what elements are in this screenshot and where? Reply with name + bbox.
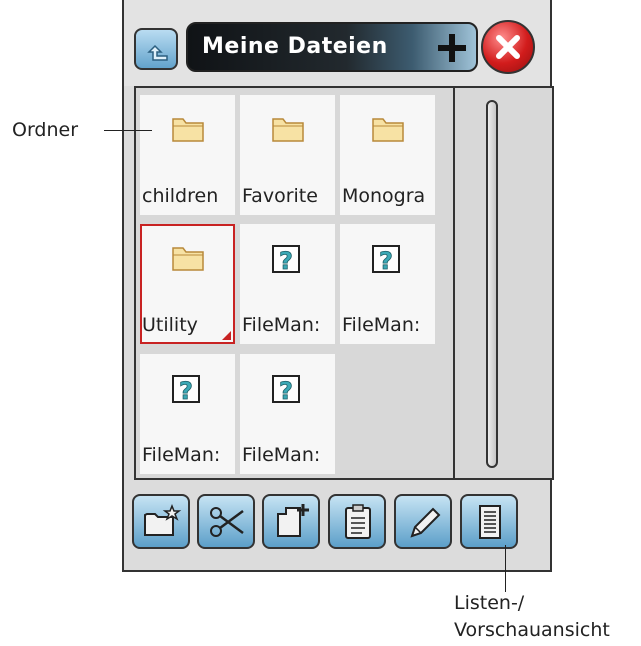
clipboard-icon	[345, 504, 371, 539]
callout-view-line	[505, 545, 506, 592]
file-item[interactable]: ? FileMan:	[140, 354, 235, 474]
list-view-icon	[479, 505, 501, 539]
unknown-file-icon: ?	[371, 244, 401, 278]
file-label: Monogra	[342, 185, 426, 207]
plus-icon[interactable]	[438, 34, 466, 62]
svg-text:?: ?	[379, 247, 393, 274]
folder-item[interactable]: Monogra	[340, 95, 435, 215]
new-folder-button[interactable]	[132, 494, 190, 549]
folder-up-icon	[147, 44, 168, 61]
folder-item[interactable]: Utility	[140, 224, 235, 344]
svg-text:?: ?	[279, 377, 293, 404]
callout-folder-label: Ordner	[12, 119, 79, 141]
title-bar: Meine Dateien	[186, 22, 478, 72]
file-label: children	[142, 185, 219, 207]
rename-button[interactable]	[394, 494, 452, 549]
folder-icon	[171, 115, 205, 147]
scrollbar-panel	[453, 86, 554, 480]
header-bar: Meine Dateien	[124, 0, 550, 86]
paste-button[interactable]	[328, 494, 386, 549]
page-title: Meine Dateien	[202, 34, 388, 59]
file-grid: children Favorite Monogra Utility? FileMan:?…	[134, 86, 454, 480]
folder-item[interactable]: children	[140, 95, 235, 215]
file-item[interactable]: ? FileMan:	[340, 224, 435, 344]
folder-icon	[271, 115, 305, 147]
new-file-icon	[277, 504, 309, 537]
cut-button[interactable]	[197, 494, 255, 549]
unknown-file-icon: ?	[171, 374, 201, 408]
selection-corner-icon	[222, 331, 231, 340]
file-manager-window: Meine Dateien children Favorite Monogra Uti…	[122, 0, 554, 572]
callout-view-label-line1: Listen-/	[454, 592, 525, 614]
callout-folder-line	[104, 130, 152, 131]
svg-text:?: ?	[179, 377, 193, 404]
unknown-file-icon: ?	[271, 374, 301, 408]
callout-view-label-line2: Vorschauansicht	[454, 619, 610, 641]
file-label: FileMan:	[242, 314, 321, 336]
folder-icon	[371, 115, 405, 147]
new-file-button[interactable]	[262, 494, 320, 549]
folder-item[interactable]: Favorite	[240, 95, 335, 215]
file-item[interactable]: ? FileMan:	[240, 224, 335, 344]
file-label: FileMan:	[242, 444, 321, 466]
file-label: Utility	[142, 314, 198, 336]
svg-text:?: ?	[279, 247, 293, 274]
scissors-icon	[210, 507, 244, 537]
scrollbar[interactable]	[486, 100, 498, 468]
file-label: Favorite	[242, 185, 318, 207]
new-folder-icon	[144, 503, 182, 536]
unknown-file-icon: ?	[271, 244, 301, 278]
close-x-icon	[496, 35, 520, 59]
close-button[interactable]	[481, 20, 535, 74]
folder-icon	[171, 244, 205, 276]
file-item[interactable]: ? FileMan:	[240, 354, 335, 474]
list-preview-toggle-button[interactable]	[460, 494, 518, 549]
pencil-icon	[410, 507, 441, 538]
folder-up-button[interactable]	[134, 28, 178, 70]
file-label: FileMan:	[142, 444, 221, 466]
file-label: FileMan:	[342, 314, 421, 336]
